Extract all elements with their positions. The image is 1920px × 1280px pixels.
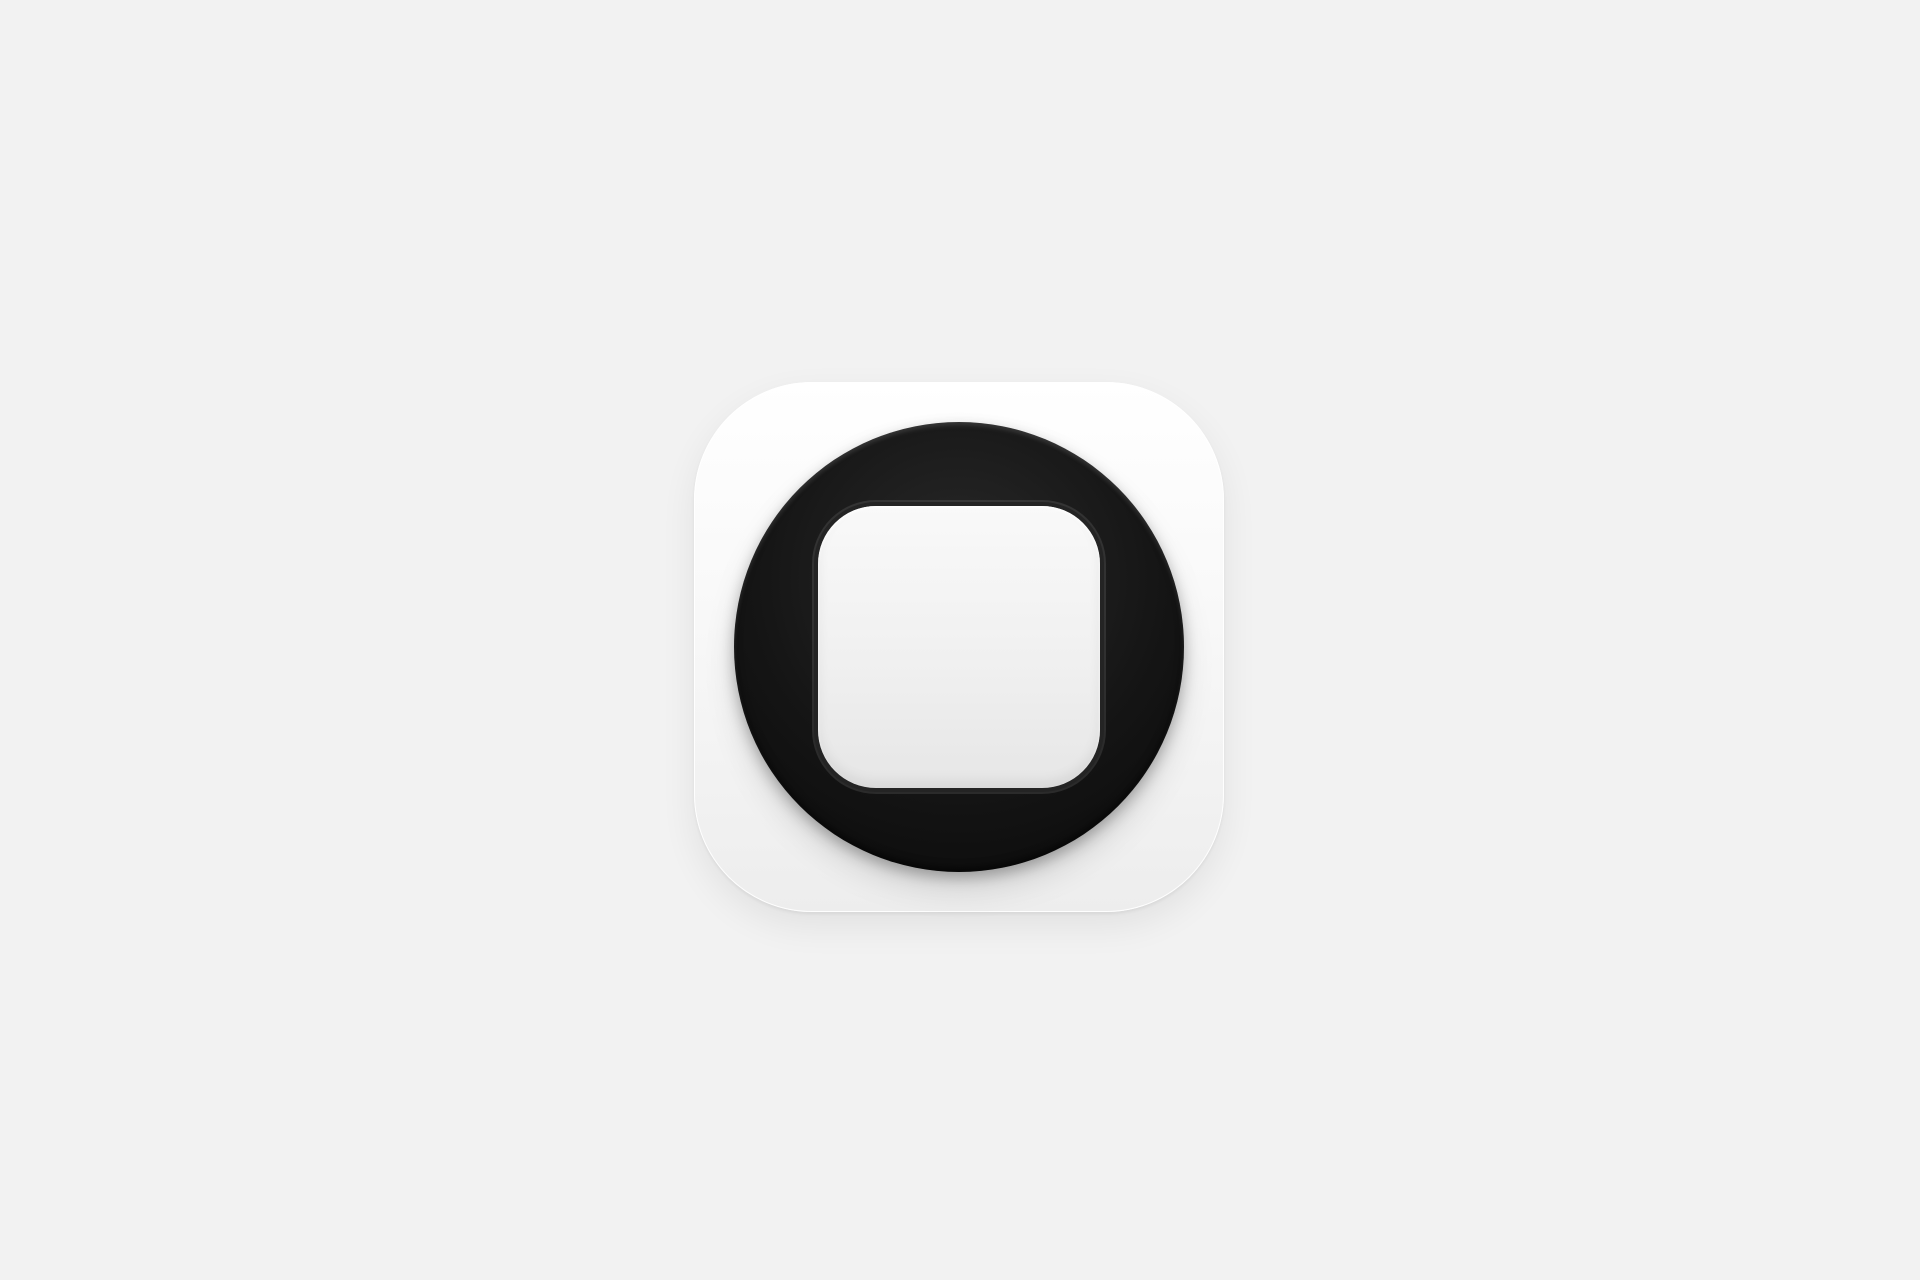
canvas — [0, 0, 1920, 1280]
rounded-square-icon — [818, 506, 1100, 788]
app-icon[interactable] — [694, 382, 1224, 912]
ring-icon — [734, 422, 1184, 872]
